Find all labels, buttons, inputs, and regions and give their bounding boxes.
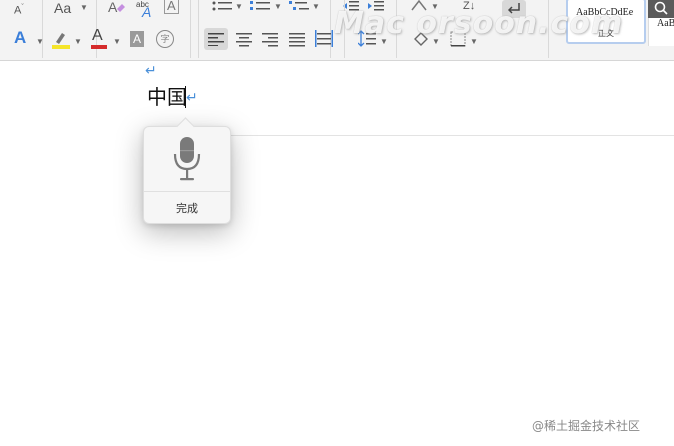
bullets-icon[interactable] xyxy=(212,0,234,12)
search-icon xyxy=(654,1,668,15)
chevron-down-icon[interactable]: ▼ xyxy=(380,37,388,47)
document-text[interactable]: 中国 xyxy=(147,84,187,110)
multilevel-list-icon[interactable] xyxy=(289,0,311,12)
increase-indent-icon[interactable] xyxy=(368,0,384,12)
chevron-down-icon[interactable]: ▼ xyxy=(470,37,478,47)
eraser-icon: A xyxy=(108,0,125,15)
character-shading-button[interactable]: A xyxy=(130,31,145,47)
microphone-icon xyxy=(173,137,201,181)
return-arrow-icon xyxy=(507,3,520,14)
align-left-icon xyxy=(208,33,224,46)
text-effects-button[interactable]: A xyxy=(14,28,27,47)
style-next-name: AaB xyxy=(657,18,674,29)
sort-label: Z xyxy=(463,0,470,12)
chevron-down-icon[interactable]: ▼ xyxy=(80,3,88,13)
line-spacing-icon[interactable] xyxy=(358,30,376,48)
chevron-down-icon[interactable]: ▼ xyxy=(74,37,82,47)
chevron-down-icon[interactable]: ▼ xyxy=(432,37,440,47)
sort-button[interactable]: Z↓ xyxy=(463,0,475,14)
text-effects-label: A xyxy=(14,28,27,47)
clear-formatting-button[interactable]: A xyxy=(108,0,126,19)
highlighter-icon[interactable] xyxy=(52,30,70,50)
change-case-button[interactable]: Aa xyxy=(54,0,71,16)
shading-bucket-icon[interactable] xyxy=(412,31,430,47)
chevron-down-icon[interactable]: ▼ xyxy=(431,2,439,12)
page-divider xyxy=(229,135,674,136)
ribbon-toolbar: Aˇ Aa ▼ A abc A A ▼ ▼ ▼ ▼ Z↓ A ▼ ▼ A ▼ A… xyxy=(0,0,674,61)
style-normal-subtitle: 正文 xyxy=(598,29,614,38)
show-paragraph-marks-button[interactable] xyxy=(502,0,526,18)
chevron-down-icon[interactable]: ▼ xyxy=(36,37,44,47)
paragraph-mark: ↵ xyxy=(186,89,198,105)
style-normal-card[interactable]: AaBbCcDdEe 正文 xyxy=(566,0,646,44)
align-center-icon[interactable] xyxy=(236,32,252,47)
svg-text:A: A xyxy=(108,0,118,15)
chevron-down-icon[interactable]: ▼ xyxy=(113,37,121,47)
search-button[interactable] xyxy=(648,0,674,18)
chevron-down-icon[interactable]: ▼ xyxy=(235,2,243,12)
font-color-button[interactable]: A xyxy=(92,28,103,44)
chevron-down-icon[interactable]: ▼ xyxy=(274,2,282,12)
justify-icon[interactable] xyxy=(289,32,305,47)
asian-layout-icon[interactable] xyxy=(410,0,428,12)
font-color-swatch xyxy=(91,45,107,49)
align-left-button[interactable] xyxy=(204,28,228,50)
dictation-popover: 完成 xyxy=(143,126,231,224)
style-normal-name: AaBbCcDdEe xyxy=(576,7,634,18)
phonetic-a-icon: A xyxy=(142,4,152,20)
shrink-font-button[interactable]: Aˇ xyxy=(14,0,24,19)
character-border-button[interactable]: A xyxy=(164,0,179,14)
done-button[interactable]: 完成 xyxy=(144,192,230,223)
align-right-icon[interactable] xyxy=(262,32,278,47)
numbering-icon[interactable] xyxy=(250,0,272,12)
enclose-characters-button[interactable]: 字 xyxy=(156,30,174,48)
borders-icon[interactable] xyxy=(450,31,466,47)
distributed-icon[interactable] xyxy=(315,30,333,48)
source-credit: @稀土掘金技术社区 xyxy=(532,419,641,433)
chevron-down-icon[interactable]: ▼ xyxy=(312,2,320,12)
decrease-indent-icon[interactable] xyxy=(343,0,359,12)
paragraph-mark: ↵ xyxy=(145,62,157,78)
